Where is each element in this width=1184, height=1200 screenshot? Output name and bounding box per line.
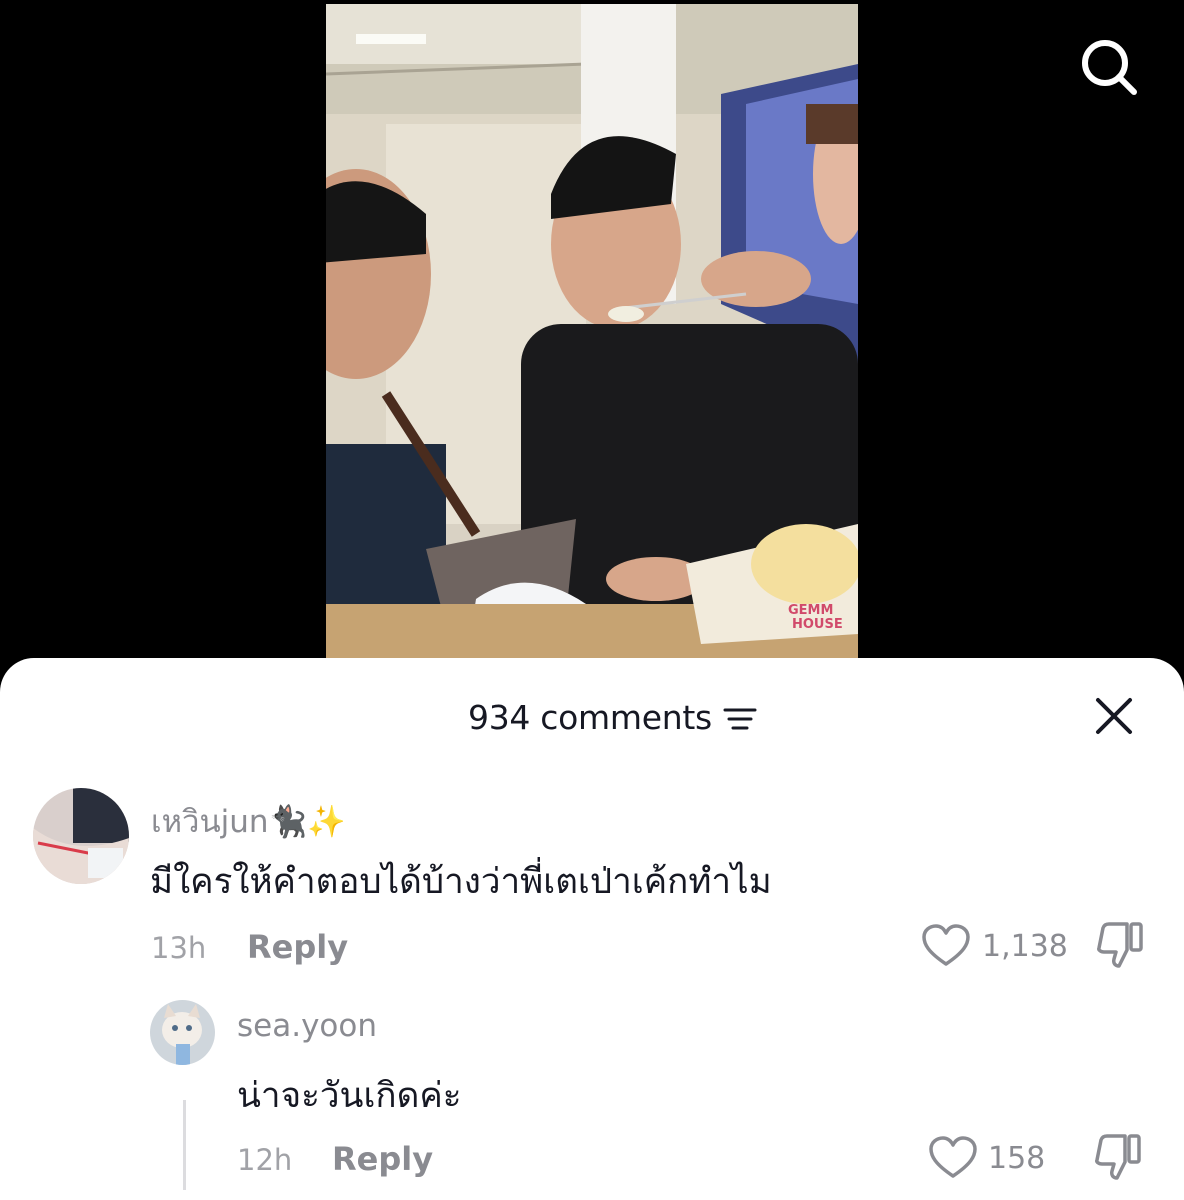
box-label-1: GEMM [788, 603, 833, 618]
video-scene: GEMM HOUSE [326, 4, 858, 664]
thread-line [183, 1100, 186, 1190]
box-label-2: HOUSE [792, 617, 843, 632]
thumbs-down-icon [1097, 922, 1143, 968]
comment-count: 934 comments [468, 698, 712, 737]
close-button[interactable] [1094, 696, 1134, 736]
like-count: 158 [988, 1141, 1046, 1176]
like-button[interactable] [922, 924, 970, 968]
like-button[interactable] [929, 1136, 977, 1180]
comments-header: 934 comments [0, 696, 1184, 740]
reply-text: น่าจะวันเกิดค่ะ [237, 1076, 462, 1116]
like-count: 1,138 [982, 929, 1068, 964]
close-icon [1096, 698, 1132, 734]
avatar[interactable] [33, 788, 129, 884]
comment-time: 13h [151, 931, 207, 965]
avatar-image [33, 788, 129, 884]
reply-button[interactable]: Reply [247, 928, 348, 966]
sort-button[interactable] [723, 706, 757, 732]
dislike-button[interactable] [1093, 1134, 1143, 1182]
dislike-button[interactable] [1095, 922, 1145, 970]
comment-username[interactable]: เหวินjun🐈‍⬛✨ [151, 796, 346, 846]
reply-username[interactable]: sea.yoon [237, 1008, 377, 1044]
comments-sheet: 934 comments เหวินjun🐈‍ [0, 658, 1184, 1200]
video-frame[interactable]: GEMM HOUSE [326, 4, 858, 664]
comment-text: มีใครให้คำตอบได้บ้างว่าพี่เตเป่าเค้กทำไม [150, 862, 772, 902]
avatar-image [150, 1000, 215, 1065]
search-icon [1082, 40, 1137, 95]
heart-icon [922, 924, 970, 966]
sort-icon [723, 708, 757, 730]
heart-icon [929, 1136, 977, 1178]
reply-button[interactable]: Reply [332, 1140, 433, 1178]
reply-avatar[interactable] [150, 1000, 215, 1065]
search-button[interactable] [1078, 36, 1140, 98]
reply-time: 12h [237, 1143, 293, 1177]
thumbs-down-icon [1095, 1134, 1141, 1180]
